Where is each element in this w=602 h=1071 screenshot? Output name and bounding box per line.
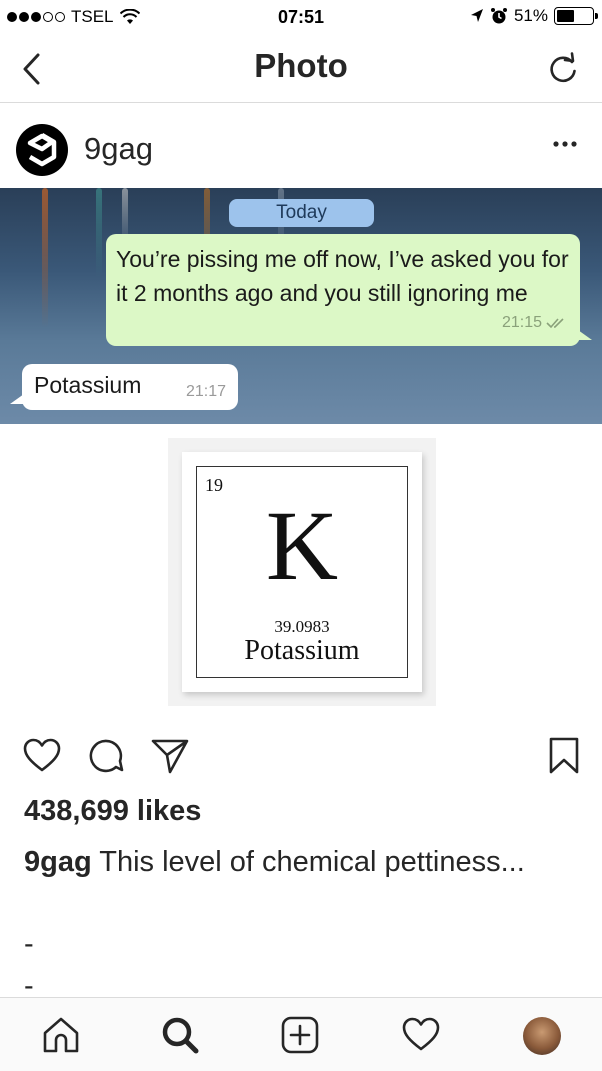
avatar[interactable] xyxy=(16,124,68,176)
incoming-message-time: 21:17 xyxy=(185,383,226,400)
post-header: 9gag xyxy=(0,104,602,188)
bookmark-icon xyxy=(549,737,579,774)
post-image[interactable]: Today You’re pissing me off now, I’ve as… xyxy=(0,188,602,706)
ellipsis-icon xyxy=(553,141,577,147)
add-post-icon xyxy=(281,1016,319,1054)
home-icon xyxy=(43,1017,79,1053)
battery-percent: 51% xyxy=(513,6,548,25)
tab-add[interactable] xyxy=(280,1015,320,1055)
location-arrow-icon xyxy=(470,9,483,22)
more-options-button[interactable] xyxy=(550,132,580,156)
caption: 9gag This level of chemical pettiness... xyxy=(24,843,584,881)
outgoing-message-meta: 21:15 xyxy=(502,306,568,340)
save-button[interactable] xyxy=(544,736,584,776)
element-symbol: K xyxy=(265,490,339,601)
heart-icon xyxy=(402,1017,440,1051)
heart-icon xyxy=(23,738,61,772)
tab-search[interactable] xyxy=(160,1015,200,1055)
caption-username[interactable]: 9gag xyxy=(24,846,92,878)
outgoing-message-bubble: You’re pissing me off now, I’ve asked yo… xyxy=(106,234,592,346)
tab-bar xyxy=(0,997,602,1071)
alarm-icon xyxy=(490,8,507,24)
incoming-message-bubble: Potassium 21:17 xyxy=(10,364,238,410)
paper-plane-icon xyxy=(151,739,189,774)
post-username[interactable]: 9gag xyxy=(84,131,153,167)
refresh-button[interactable] xyxy=(544,50,582,88)
incoming-message-text: Potassium xyxy=(34,372,142,398)
nav-header: Photo xyxy=(0,36,602,103)
comment-button[interactable] xyxy=(86,736,126,776)
status-right: 51% xyxy=(470,6,598,26)
tab-home[interactable] xyxy=(41,1015,81,1055)
outgoing-message-time: 21:15 xyxy=(501,314,542,331)
post-actions xyxy=(0,724,602,788)
tab-activity[interactable] xyxy=(401,1015,441,1055)
share-button[interactable] xyxy=(150,736,190,776)
element-tile: 19 K 39.0983 Potassium xyxy=(196,466,408,678)
like-button[interactable] xyxy=(22,736,62,776)
caption-text: This level of chemical pettiness... xyxy=(99,846,525,878)
caption-line: - xyxy=(24,928,34,960)
battery-icon xyxy=(554,7,598,25)
element-card-image: 19 K 39.0983 Potassium xyxy=(168,438,436,706)
comment-icon xyxy=(89,739,124,773)
page-title: Photo xyxy=(254,47,348,84)
likes-count[interactable]: 438,699 likes xyxy=(24,795,201,828)
element-name: Potassium xyxy=(244,635,360,666)
element-card: 19 K 39.0983 Potassium xyxy=(182,452,422,692)
9gag-logo-icon xyxy=(27,133,57,167)
chat-screenshot: Today You’re pissing me off now, I’ve as… xyxy=(0,188,602,424)
status-bar: TSEL 07:51 51% xyxy=(0,0,602,36)
double-check-icon xyxy=(546,318,564,329)
element-atomic-mass: 39.0983 xyxy=(274,617,330,636)
date-pill: Today xyxy=(229,199,374,227)
outgoing-message-text: You’re pissing me off now, I’ve asked yo… xyxy=(116,246,569,306)
tab-profile-avatar[interactable] xyxy=(523,1017,561,1055)
search-icon xyxy=(162,1017,199,1054)
refresh-icon xyxy=(550,52,576,83)
